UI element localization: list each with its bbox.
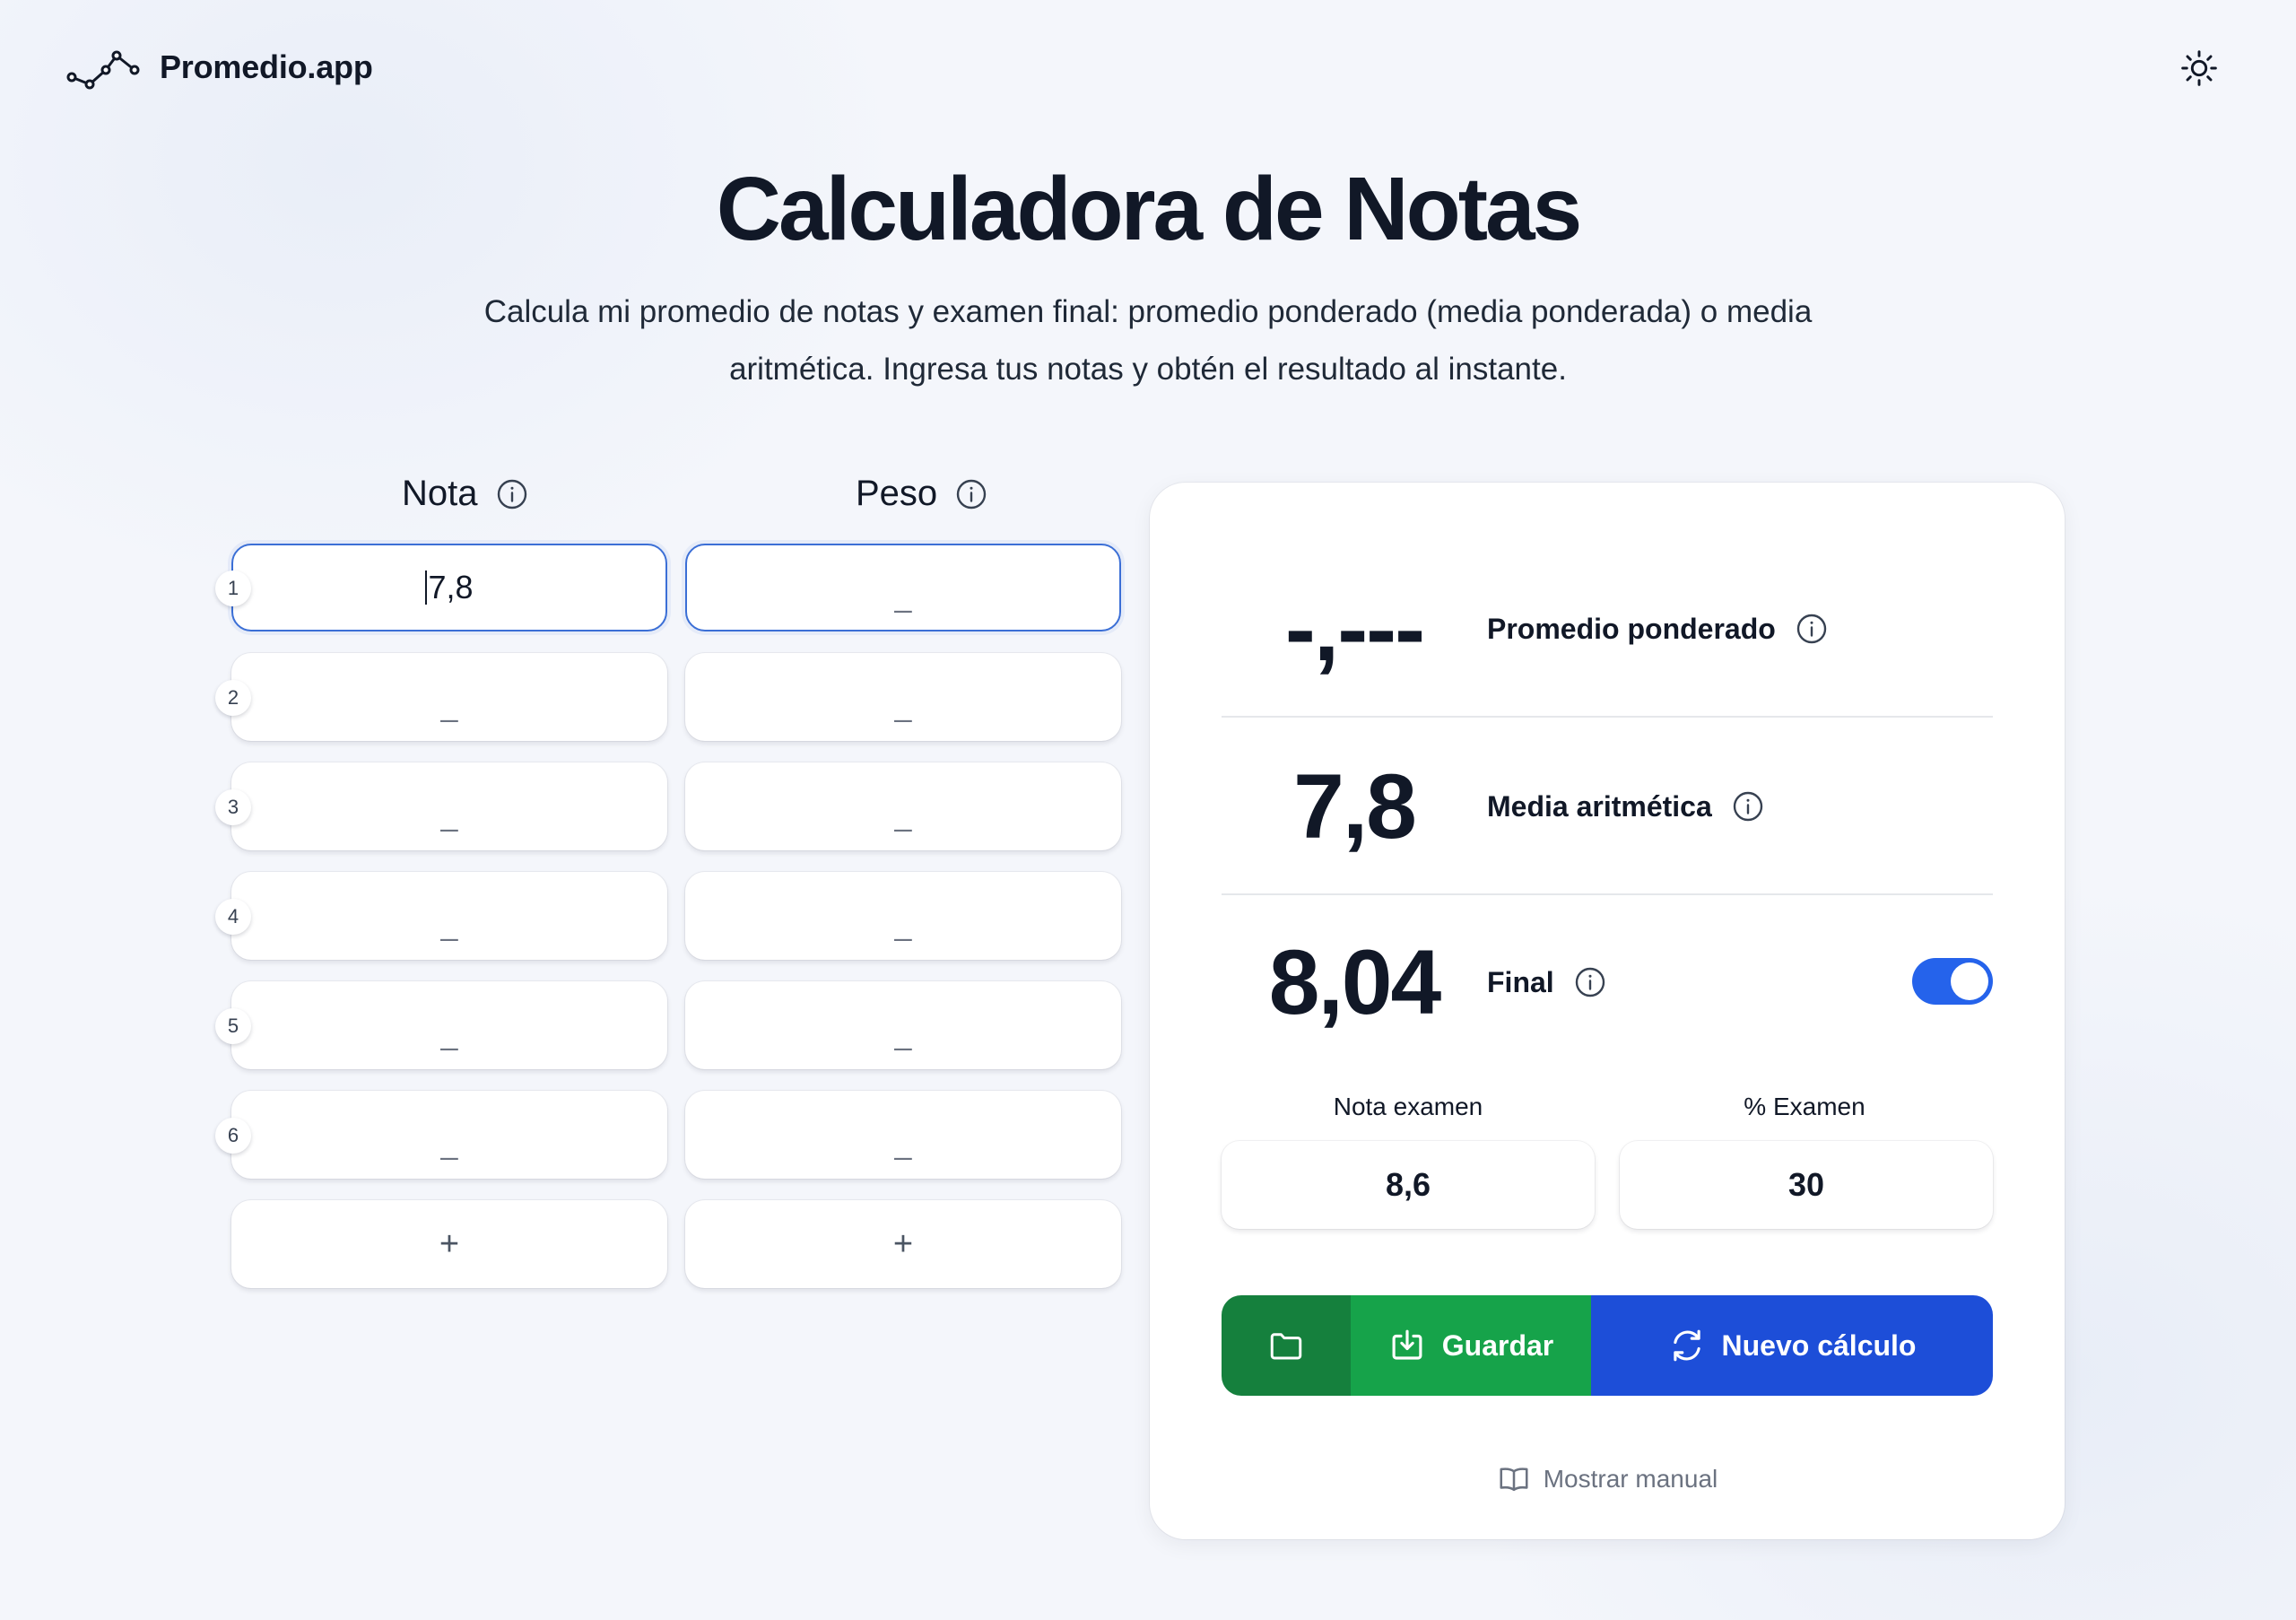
placeholder: _ xyxy=(440,797,458,832)
info-icon[interactable] xyxy=(1574,966,1606,998)
book-icon xyxy=(1500,1468,1528,1492)
final-grade-row: 8,04 Final xyxy=(1222,893,1993,1071)
placeholder: _ xyxy=(894,907,912,942)
placeholder: _ xyxy=(440,688,458,723)
save-button-label: Guardar xyxy=(1441,1328,1554,1362)
show-manual-label: Mostrar manual xyxy=(1543,1465,1718,1493)
results-card: -,--- Promedio ponderado 7,8 Media aritm… xyxy=(1150,483,2065,1539)
final-grade-label-group: Final xyxy=(1487,966,1606,999)
arithmetic-mean-label-group: Media aritmética xyxy=(1487,790,1764,823)
weighted-average-label: Promedio ponderado xyxy=(1487,612,1776,645)
weighted-average-row: -,--- Promedio ponderado xyxy=(1222,540,1993,718)
row-number-1: 1 xyxy=(215,570,251,606)
row-number-5: 5 xyxy=(215,1008,251,1044)
show-manual-link[interactable]: Mostrar manual xyxy=(1150,1462,2065,1496)
row-number-3: 3 xyxy=(215,789,251,825)
row-number-6: 6 xyxy=(215,1118,251,1154)
page-title: Calculadora de Notas xyxy=(716,159,1583,259)
exam-percent-label: % Examen xyxy=(1744,1093,1866,1120)
exam-grade-input[interactable]: 8,6 xyxy=(1222,1141,1595,1229)
exam-percent-input[interactable]: 30 xyxy=(1620,1141,1993,1229)
arithmetic-mean-label: Media aritmética xyxy=(1487,789,1712,823)
placeholder: _ xyxy=(894,1126,912,1161)
weighted-average-label-group: Promedio ponderado xyxy=(1487,613,1828,646)
info-icon[interactable] xyxy=(496,478,528,510)
folder-icon xyxy=(1270,1333,1302,1360)
arithmetic-mean-value: 7,8 xyxy=(1293,754,1417,858)
plus-icon: + xyxy=(892,1224,914,1263)
text-cursor xyxy=(425,570,428,605)
exam-grade-label: Nota examen xyxy=(1333,1093,1483,1120)
action-buttons: Guardar Nuevo cálculo xyxy=(1222,1295,1993,1396)
nota-input-4[interactable]: _ xyxy=(231,872,667,960)
new-calculation-button[interactable]: Nuevo cálculo xyxy=(1591,1295,1993,1396)
final-grade-label: Final xyxy=(1487,965,1554,998)
placeholder: _ xyxy=(894,1016,912,1051)
row-number-2: 2 xyxy=(215,680,251,716)
row-number-4: 4 xyxy=(215,899,251,935)
arithmetic-mean-row: 7,8 Media aritmética xyxy=(1222,718,1993,895)
peso-input-2[interactable]: _ xyxy=(685,653,1121,741)
nota-header-label: Nota xyxy=(402,474,478,513)
nota-input-3[interactable]: _ xyxy=(231,762,667,850)
peso-header-label: Peso xyxy=(856,474,938,513)
brand-logo[interactable]: Promedio.app xyxy=(66,45,373,90)
placeholder: _ xyxy=(440,1126,458,1161)
peso-column-header: Peso xyxy=(856,474,987,514)
final-grade-value: 8,04 xyxy=(1268,930,1442,1033)
nota-input-1[interactable]: 7,8 xyxy=(231,544,667,631)
info-icon[interactable] xyxy=(955,478,987,510)
add-peso-button[interactable]: + xyxy=(685,1200,1121,1288)
add-nota-button[interactable]: + xyxy=(231,1200,667,1288)
save-button[interactable]: Guardar xyxy=(1351,1295,1591,1396)
info-icon[interactable] xyxy=(1732,790,1764,823)
plus-icon: + xyxy=(439,1224,460,1263)
info-icon[interactable] xyxy=(1796,613,1828,645)
theme-toggle-button[interactable] xyxy=(2176,45,2222,91)
brand-name: Promedio.app xyxy=(160,48,373,85)
chart-line-icon xyxy=(66,50,140,90)
toggle-knob xyxy=(1951,962,1988,1000)
subtitle-line-2: aritmética. Ingresa tus notas y obtén el… xyxy=(729,352,1567,387)
subtitle-line-1: Calcula mi promedio de notas y examen fi… xyxy=(483,294,1813,329)
peso-input-4[interactable]: _ xyxy=(685,872,1121,960)
sun-icon xyxy=(2181,50,2217,86)
weighted-average-value: -,--- xyxy=(1284,577,1425,680)
placeholder: _ xyxy=(440,1016,458,1051)
placeholder: _ xyxy=(894,797,912,832)
peso-input-1[interactable]: _ xyxy=(685,544,1121,631)
new-calculation-label: Nuevo cálculo xyxy=(1721,1328,1917,1362)
page-subtitle: Calcula mi promedio de notas y examen fi… xyxy=(430,283,1866,398)
placeholder: _ xyxy=(894,688,912,723)
final-exam-toggle[interactable] xyxy=(1912,958,1993,1005)
nota-input-6[interactable]: _ xyxy=(231,1091,667,1179)
peso-input-6[interactable]: _ xyxy=(685,1091,1121,1179)
refresh-icon xyxy=(1673,1329,1700,1362)
nota-input-2[interactable]: _ xyxy=(231,653,667,741)
nota-column-header: Nota xyxy=(402,474,528,514)
open-folder-button[interactable] xyxy=(1222,1295,1351,1396)
placeholder: _ xyxy=(440,907,458,942)
placeholder: _ xyxy=(894,579,912,614)
peso-input-3[interactable]: _ xyxy=(685,762,1121,850)
nota-input-5[interactable]: _ xyxy=(231,981,667,1069)
peso-input-5[interactable]: _ xyxy=(685,981,1121,1069)
nota-value-1: 7,8 xyxy=(428,569,474,605)
download-icon xyxy=(1392,1329,1422,1360)
